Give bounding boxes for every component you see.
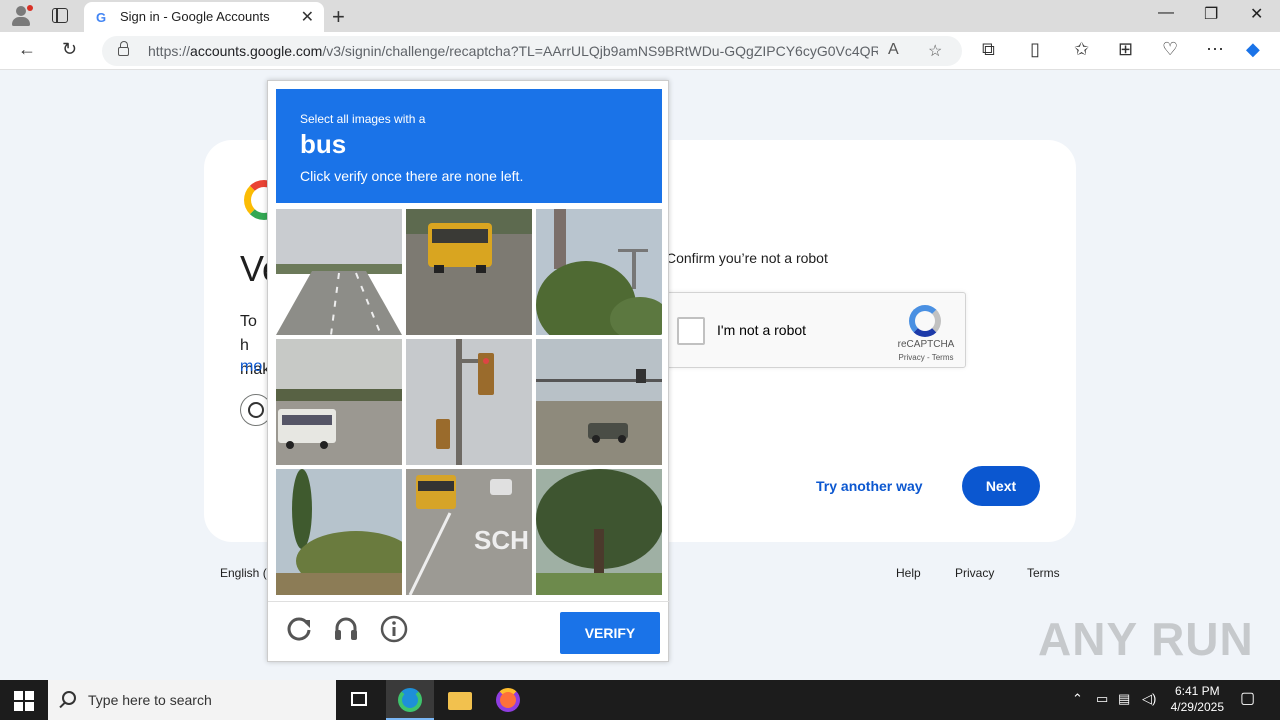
image-grid: SCH: [276, 209, 662, 595]
search-placeholder: Type here to search: [88, 692, 212, 708]
tab-close-icon[interactable]: ✕: [301, 7, 314, 27]
edge-taskbar-icon[interactable]: [386, 680, 434, 720]
footer-help-link[interactable]: Help: [896, 566, 921, 580]
extensions-icon[interactable]: ⧉: [982, 39, 995, 60]
captcha-tile-7[interactable]: [276, 469, 402, 595]
new-tab-icon[interactable]: +: [332, 4, 345, 30]
tab-strip: G Sign in - Google Accounts ✕ + — ❐ ✕: [0, 0, 1280, 32]
tab-sign-in[interactable]: G Sign in - Google Accounts ✕: [84, 2, 324, 32]
task-view-icon[interactable]: [336, 680, 384, 720]
network-icon[interactable]: ▤: [1118, 691, 1130, 707]
recaptcha-widget: I'm not a robot reCAPTCHA Privacy - Term…: [664, 292, 966, 368]
browser-toolbar: ← ↻ https://accounts.google.com/v3/signi…: [0, 32, 1280, 70]
favorite-star-icon[interactable]: ☆: [928, 41, 942, 61]
collections-icon[interactable]: ⊞: [1118, 39, 1133, 60]
recaptcha-links[interactable]: Privacy - Terms: [891, 353, 961, 362]
recaptcha-checkbox[interactable]: [677, 317, 705, 345]
recaptcha-brand: reCAPTCHA: [897, 339, 955, 350]
notifications-icon[interactable]: ▢: [1240, 688, 1255, 708]
taskbar-search[interactable]: Type here to search: [48, 680, 336, 720]
tab-actions-icon[interactable]: [52, 8, 68, 23]
road-marking-text: SCH: [474, 525, 529, 555]
captcha-tile-5[interactable]: [406, 339, 532, 465]
windows-start-icon[interactable]: [14, 691, 34, 711]
copilot-icon[interactable]: ◆: [1246, 39, 1260, 60]
captcha-tile-1[interactable]: [276, 209, 402, 335]
challenge-instruction: Select all images with a: [300, 112, 426, 126]
captcha-tile-3[interactable]: [536, 209, 662, 335]
challenge-footer: VERIFY: [268, 601, 670, 663]
audio-challenge-icon[interactable]: [331, 614, 361, 644]
captcha-tile-2[interactable]: [406, 209, 532, 335]
captcha-tile-8[interactable]: SCH: [406, 469, 532, 595]
anyrun-watermark: ANY RUN: [1038, 613, 1254, 665]
captcha-challenge: Select all images with a bus Click verif…: [267, 80, 670, 663]
battery-icon[interactable]: ▭: [1096, 691, 1108, 707]
url-text[interactable]: https://accounts.google.com/v3/signin/ch…: [148, 43, 878, 59]
challenge-target: bus: [300, 129, 347, 159]
search-icon: [62, 691, 76, 705]
minimize-icon[interactable]: —: [1158, 4, 1174, 22]
challenge-hint: Click verify once there are none left.: [300, 168, 524, 184]
close-icon[interactable]: ✕: [1250, 4, 1263, 24]
performance-icon[interactable]: ♡: [1162, 39, 1178, 60]
verify-button[interactable]: VERIFY: [560, 612, 660, 654]
language-selector[interactable]: English (: [220, 566, 267, 580]
favorites-icon[interactable]: ✩: [1074, 39, 1089, 60]
firefox-icon[interactable]: [484, 680, 532, 720]
file-explorer-icon[interactable]: [436, 680, 484, 720]
recaptcha-label: I'm not a robot: [717, 322, 807, 338]
read-aloud-icon[interactable]: A: [888, 41, 899, 59]
lock-icon[interactable]: [118, 41, 129, 56]
volume-icon[interactable]: ◁): [1142, 691, 1156, 707]
recaptcha-logo-icon: [909, 305, 941, 337]
footer-privacy-link[interactable]: Privacy: [955, 566, 994, 580]
challenge-header: Select all images with a bus Click verif…: [276, 89, 662, 203]
system-clock[interactable]: 6:41 PM 4/29/2025: [1171, 683, 1224, 715]
google-favicon-icon: G: [96, 10, 107, 25]
captcha-tile-9[interactable]: [536, 469, 662, 595]
tray-chevron-icon[interactable]: ⌃: [1072, 691, 1083, 707]
back-icon[interactable]: ←: [18, 39, 36, 60]
taskbar: Type here to search ⌃ ▭ ▤ ◁) 6:41 PM 4/2…: [0, 680, 1280, 720]
tab-title: Sign in - Google Accounts: [120, 9, 270, 24]
learn-more-link[interactable]: mo: [240, 358, 262, 376]
captcha-tile-4[interactable]: [276, 339, 402, 465]
captcha-tile-6[interactable]: [536, 339, 662, 465]
restore-icon[interactable]: ❐: [1204, 4, 1218, 24]
reload-icon[interactable]: [284, 614, 314, 644]
try-another-way-button[interactable]: Try another way: [816, 478, 923, 494]
info-icon[interactable]: [379, 614, 409, 644]
footer-terms-link[interactable]: Terms: [1027, 566, 1060, 580]
address-bar[interactable]: https://accounts.google.com/v3/signin/ch…: [102, 36, 962, 66]
split-screen-icon[interactable]: ▯: [1030, 39, 1040, 60]
profile-icon[interactable]: [8, 4, 34, 28]
next-button[interactable]: Next: [962, 466, 1040, 506]
confirm-text: Confirm you’re not a robot: [666, 250, 828, 266]
refresh-icon[interactable]: ↻: [62, 39, 77, 60]
more-menu-icon[interactable]: ⋯: [1206, 39, 1224, 60]
